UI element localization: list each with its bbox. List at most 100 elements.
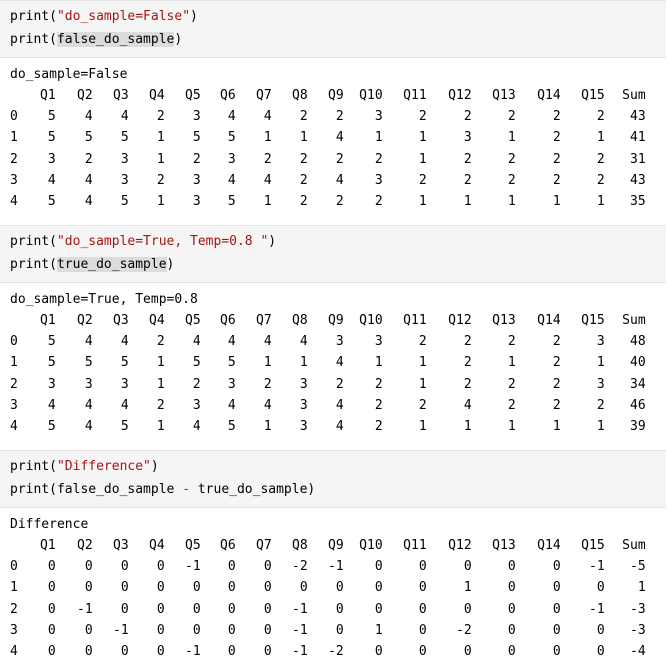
table-cell: 1 <box>552 419 561 435</box>
table-row: 3 4 4 3 2 3 4 4 2 4 3 2 2 2 2 2 43 <box>0 170 646 191</box>
table-row: 0 5 4 4 2 4 4 4 4 3 3 2 2 2 2 3 48 <box>0 331 646 352</box>
table-cell: -2 <box>328 644 344 660</box>
table-cell: 0 <box>47 580 56 596</box>
table-cell: 0 <box>192 580 201 596</box>
table-cell: 2 <box>507 109 516 125</box>
table-cell: 46 <box>630 397 646 413</box>
column-header: Q6 <box>220 313 236 329</box>
table-cell: 0 <box>299 580 308 596</box>
table-cell: 34 <box>630 376 646 392</box>
table-cell: 0 <box>507 644 516 660</box>
table-cell: 3 <box>299 419 308 435</box>
table-cell: 2 <box>596 172 605 188</box>
code-cell-1[interactable]: print("do_sample=False") print(false_do_… <box>0 0 666 58</box>
table-cell: 0 <box>374 644 383 660</box>
table-cell: 4 <box>192 419 201 435</box>
table-cell: 0 <box>84 622 93 638</box>
table-cell: 4 <box>263 172 272 188</box>
table-cell: 0 <box>84 644 93 660</box>
table-cell: 1 <box>263 130 272 146</box>
table-cell: 4 <box>227 109 236 125</box>
table-cell: 2 <box>335 151 344 167</box>
table-cell: 1 <box>156 194 165 210</box>
column-header: Q3 <box>113 313 129 329</box>
table-cell: 1 <box>263 194 272 210</box>
row-index: 4 <box>10 644 18 660</box>
table-cell: 2 <box>552 376 561 392</box>
table-header-row: Q1 Q2 Q3 Q4 Q5 Q6 Q7 Q8 Q9 Q10 Q11 Q12 Q13 Q14 Q15 Sum <box>0 535 646 556</box>
table-cell: 0 <box>418 559 427 575</box>
column-header: Q13 <box>492 538 516 554</box>
table-cell: 2 <box>507 397 516 413</box>
table-cell: 2 <box>156 109 165 125</box>
table-cell: 1 <box>299 130 308 146</box>
table-cell: -1 <box>589 601 605 617</box>
table-row: 1 0 0 0 0 0 0 0 0 0 0 0 1 0 0 0 1 <box>0 577 646 598</box>
table-cell: 3 <box>596 334 605 350</box>
table-cell: 2 <box>299 151 308 167</box>
table-cell: 2 <box>374 376 383 392</box>
table-cell: -4 <box>630 644 646 660</box>
table-row: 1 5 5 5 1 5 5 1 1 4 1 1 2 1 2 1 40 <box>0 352 646 373</box>
table-cell: 2 <box>463 376 472 392</box>
table-cell: 4 <box>335 172 344 188</box>
table-cell: 0 <box>263 622 272 638</box>
table-cell: 2 <box>374 419 383 435</box>
row-index: 0 <box>10 109 18 125</box>
table-cell: 0 <box>374 601 383 617</box>
row-index: 4 <box>10 419 18 435</box>
column-header <box>0 85 40 106</box>
table-cell: 0 <box>263 580 272 596</box>
row-index: 1 <box>10 130 18 146</box>
table-cell: 1 <box>156 355 165 371</box>
table-cell: 0 <box>335 601 344 617</box>
column-header: Q7 <box>256 313 272 329</box>
table-cell: 2 <box>552 151 561 167</box>
table-cell: 5 <box>120 130 129 146</box>
table-cell: 2 <box>596 109 605 125</box>
code-line: print("do_sample=True, Temp=0.8 ") <box>10 234 277 249</box>
table-row: 4 5 4 5 1 3 5 1 2 2 2 1 1 1 1 1 35 <box>0 191 646 212</box>
table-cell: 2 <box>507 172 516 188</box>
table-cell: 35 <box>630 194 646 210</box>
column-header: Q2 <box>77 313 93 329</box>
table-cell: 0 <box>227 601 236 617</box>
column-header: Q10 <box>359 88 383 104</box>
table-cell: 41 <box>630 130 646 146</box>
table-header-row: Q1 Q2 Q3 Q4 Q5 Q6 Q7 Q8 Q9 Q10 Q11 Q12 Q13 Q14 Q15 Sum <box>0 310 646 331</box>
table-cell: 0 <box>263 644 272 660</box>
column-header <box>0 310 40 331</box>
column-header: Q14 <box>537 538 561 554</box>
row-index: 2 <box>10 151 18 167</box>
table-cell: 3 <box>596 376 605 392</box>
table-cell: 2 <box>552 109 561 125</box>
table-cell: 2 <box>463 172 472 188</box>
code-line: print(false_do_sample - true_do_sample) <box>10 482 316 497</box>
table-cell: 1 <box>596 419 605 435</box>
code-cell-3[interactable]: print("Difference") print(false_do_sampl… <box>0 450 666 508</box>
table-cell: 2 <box>596 151 605 167</box>
table-cell: 2 <box>299 109 308 125</box>
table-cell: 1 <box>374 355 383 371</box>
table-cell: 2 <box>463 355 472 371</box>
table-cell: 0 <box>47 601 56 617</box>
table-cell: 2 <box>374 151 383 167</box>
table-cell: 4 <box>84 109 93 125</box>
table-cell: 4 <box>84 397 93 413</box>
column-header: Q15 <box>581 538 605 554</box>
table-cell: 2 <box>192 151 201 167</box>
table-cell: 4 <box>47 172 56 188</box>
column-header: Q15 <box>581 88 605 104</box>
table-cell: -1 <box>292 644 308 660</box>
table-cell: 2 <box>552 172 561 188</box>
table-cell: 4 <box>227 172 236 188</box>
table-cell: 4 <box>335 419 344 435</box>
code-cell-2[interactable]: print("do_sample=True, Temp=0.8 ") print… <box>0 225 666 283</box>
table-cell: 0 <box>120 559 129 575</box>
table-cell: 5 <box>192 130 201 146</box>
row-index: 1 <box>10 355 18 371</box>
table-cell: 3 <box>374 109 383 125</box>
table-row: 1 5 5 5 1 5 5 1 1 4 1 1 3 1 2 1 41 <box>0 127 646 148</box>
table-cell: -1 <box>185 559 201 575</box>
column-header: Q13 <box>492 88 516 104</box>
